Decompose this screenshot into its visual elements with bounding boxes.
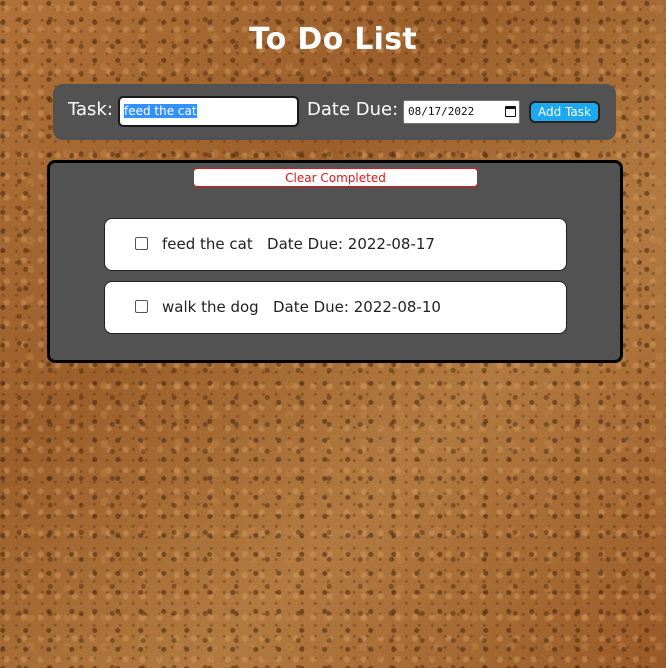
clear-completed-button[interactable]: Clear Completed [193,168,478,187]
task-input[interactable]: feed the cat [118,96,299,127]
add-task-button[interactable]: Add Task [529,101,600,123]
task-name: feed the cat [162,235,253,253]
task-name: walk the dog [162,298,259,316]
task-list-panel: Clear Completed feed the cat Date Due: 2… [47,160,623,363]
calendar-icon[interactable] [505,106,516,117]
page-title: To Do List [248,22,418,57]
task-checkbox[interactable] [135,237,148,250]
task-item: feed the cat Date Due: 2022-08-17 [104,218,567,271]
task-input-value: feed the cat [124,104,197,118]
task-item: walk the dog Date Due: 2022-08-10 [104,281,567,334]
task-due-date: Date Due: 2022-08-10 [273,298,441,316]
date-due-label: Date Due: [307,99,399,120]
date-due-value: 08/17/2022 [408,105,475,118]
task-checkbox[interactable] [135,300,148,313]
date-due-input[interactable]: 08/17/2022 [403,100,520,124]
add-task-form: Task: feed the cat Date Due: 08/17/2022 … [53,84,616,140]
task-due-date: Date Due: 2022-08-17 [267,235,435,253]
task-label: Task: [68,99,113,120]
